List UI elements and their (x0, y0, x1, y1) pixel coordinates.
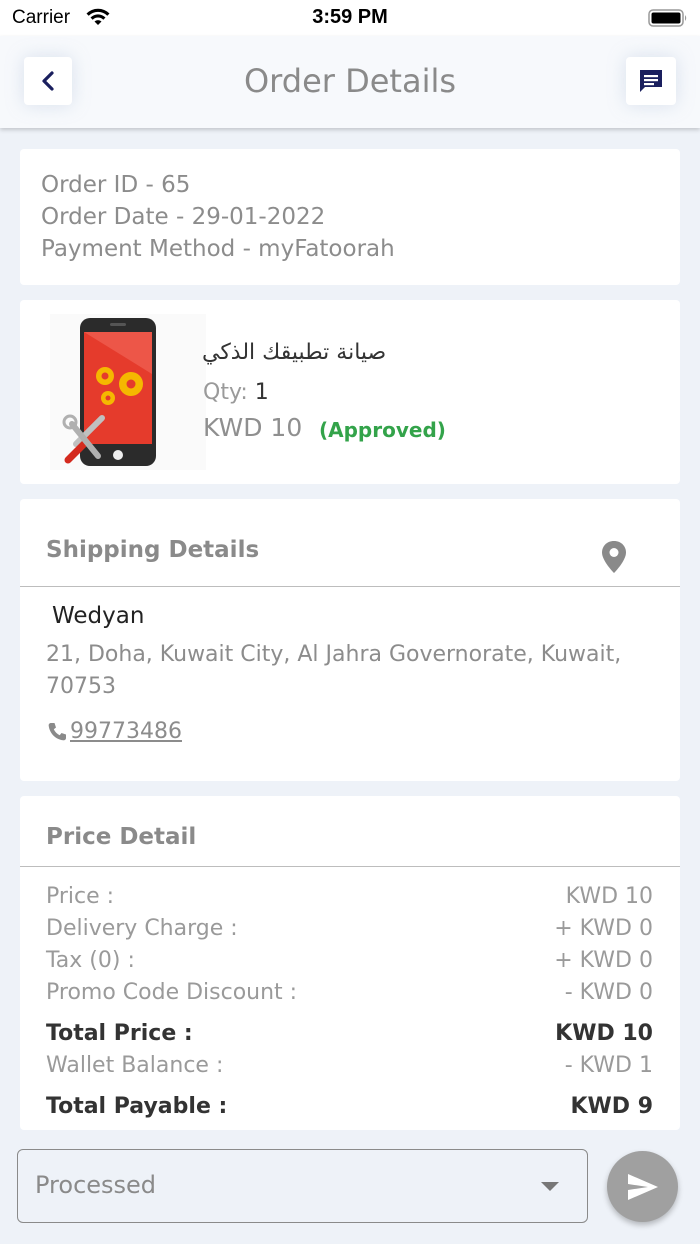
price-label: Price : (46, 884, 115, 909)
total-price-value: KWD 10 (555, 1021, 653, 1046)
total-price-label: Total Price : (46, 1021, 193, 1046)
total-payable-value: KWD 9 (570, 1094, 653, 1119)
promo-value: - KWD 0 (564, 980, 653, 1005)
qty-value: 1 (254, 380, 269, 405)
tax-label: Tax (0) : (46, 948, 135, 973)
order-status-value: Processed (35, 1171, 157, 1199)
price-row-total: Total Price : KWD 10 (46, 1021, 653, 1046)
product-price: KWD 10 (203, 413, 303, 442)
price-row-wallet: Wallet Balance : - KWD 1 (46, 1053, 653, 1078)
phone-number-link[interactable]: 99773486 (70, 719, 182, 744)
shipping-title: Shipping Details (46, 537, 260, 563)
phone-icon (48, 722, 66, 740)
shipping-address: 21, Doha, Kuwait City, Al Jahra Governor… (46, 642, 622, 699)
divider (20, 866, 680, 867)
send-button[interactable] (607, 1151, 678, 1222)
price-row-promo: Promo Code Discount : - KWD 0 (46, 980, 653, 1005)
product-qty: Qty: 1 (203, 380, 269, 405)
status-badge: (Approved) (319, 418, 446, 442)
price-detail-title: Price Detail (46, 824, 197, 850)
product-card: صيانة تطبيقك الذكي Qty: 1 KWD 10 (Approv… (20, 300, 680, 484)
status-bar: Carrier 3:59 PM (0, 0, 700, 36)
product-image (50, 314, 206, 470)
price-row-payable: Total Payable : KWD 9 (46, 1094, 653, 1119)
divider (20, 586, 680, 587)
location-pin-icon[interactable] (599, 539, 629, 575)
delivery-value: + KWD 0 (554, 916, 653, 941)
tax-value: + KWD 0 (554, 948, 653, 973)
price-detail-card: Price Detail Price : KWD 10 Delivery Cha… (20, 796, 680, 1130)
promo-label: Promo Code Discount : (46, 980, 298, 1005)
payment-method: Payment Method - myFatoorah (41, 236, 395, 262)
bottom-bar: Processed (0, 1130, 700, 1244)
battery-icon (648, 9, 687, 27)
header: Order Details (0, 36, 700, 128)
wallet-value: - KWD 1 (564, 1053, 653, 1078)
caret-down-icon (541, 1182, 559, 1191)
price-value: KWD 10 (565, 884, 653, 909)
order-id: Order ID - 65 (41, 172, 191, 198)
price-row-tax: Tax (0) : + KWD 0 (46, 948, 653, 973)
price-row-delivery: Delivery Charge : + KWD 0 (46, 916, 653, 941)
order-info-card: Order ID - 65 Order Date - 29-01-2022 Pa… (20, 149, 680, 285)
page-title: Order Details (243, 62, 457, 100)
order-status-select[interactable]: Processed (17, 1149, 588, 1223)
total-payable-label: Total Payable : (46, 1094, 228, 1119)
message-icon (640, 70, 662, 92)
order-date: Order Date - 29-01-2022 (41, 204, 326, 230)
wallet-label: Wallet Balance : (46, 1053, 224, 1078)
send-icon (627, 1173, 658, 1200)
delivery-label: Delivery Charge : (46, 916, 238, 941)
shipping-card: Shipping Details Wedyan 21, Doha, Kuwait… (20, 499, 680, 781)
recipient-name: Wedyan (52, 603, 145, 629)
phone-row[interactable]: 99773486 (46, 719, 182, 744)
qty-label: Qty: (203, 380, 248, 405)
chat-button[interactable] (626, 57, 676, 105)
clock: 3:59 PM (312, 6, 388, 28)
price-row-price: Price : KWD 10 (46, 884, 653, 909)
product-name: صيانة تطبيقك الذكي (202, 340, 387, 365)
